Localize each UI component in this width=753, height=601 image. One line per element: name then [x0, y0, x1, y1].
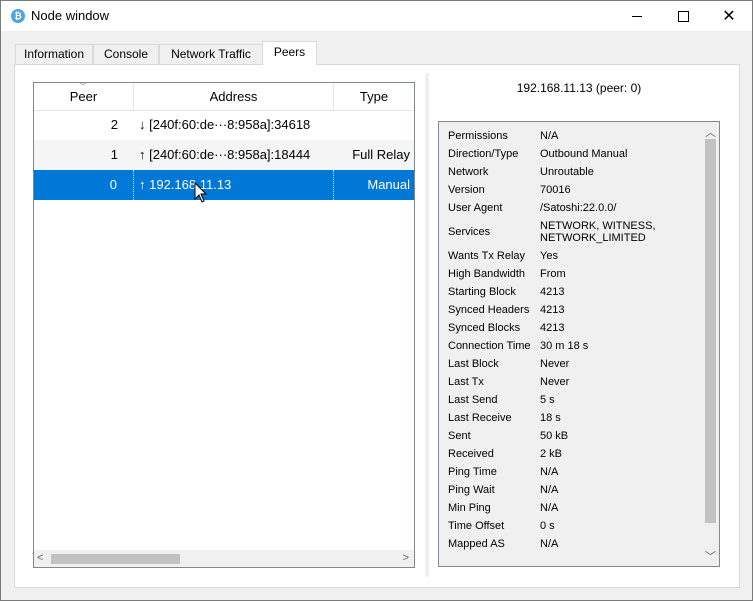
detail-label: Starting Block: [448, 286, 516, 298]
sort-arrow-icon: ﹀: [79, 82, 87, 91]
detail-value: 18 s: [540, 412, 561, 424]
table-row[interactable]: 2 ↓ [240f:60:de···8:958a]:34618: [34, 110, 414, 140]
detail-value: N/A: [540, 502, 559, 514]
detail-label: Last Block: [448, 358, 499, 370]
detail-value: Unroutable: [540, 166, 594, 178]
column-header-address[interactable]: Address: [134, 83, 334, 110]
detail-value: 4213: [540, 322, 565, 334]
detail-value: N/A: [540, 130, 559, 142]
scroll-right-icon[interactable]: >: [403, 552, 409, 564]
detail-label: Sent: [448, 430, 471, 442]
detail-label: User Agent: [448, 202, 503, 214]
table-header: ﹀ Peer Address Type: [34, 83, 414, 111]
tab-network-traffic[interactable]: Network Traffic: [159, 44, 263, 64]
detail-label: Synced Headers: [448, 304, 530, 316]
detail-label: High Bandwidth: [448, 268, 526, 280]
scrollbar-thumb[interactable]: [705, 139, 716, 523]
cell-address: ↓ [240f:60:de···8:958a]:34618: [139, 117, 311, 132]
tab-peers[interactable]: Peers: [262, 41, 317, 65]
mouse-pointer-icon: [194, 182, 208, 203]
cell-peer: 1: [110, 147, 118, 162]
tab-information[interactable]: Information: [15, 44, 93, 64]
detail-value: 2 kB: [540, 448, 563, 460]
detail-value: 50 kB: [540, 430, 569, 442]
detail-value: N/A: [540, 538, 559, 550]
detail-label: Ping Wait: [448, 484, 495, 496]
scroll-down-icon[interactable]: ﹀: [705, 548, 716, 564]
peer-detail-heading: 192.168.11.13 (peer: 0): [516, 81, 642, 95]
detail-value: 4213: [540, 304, 565, 316]
minimize-icon: [632, 15, 642, 17]
panel-splitter[interactable]: [425, 73, 429, 577]
node-window: ₿ Node window ✕ Information Console Netw…: [0, 0, 753, 601]
cell-peer: 0: [34, 170, 134, 200]
scroll-left-icon[interactable]: <: [37, 552, 43, 564]
detail-value: 0 s: [540, 520, 555, 532]
detail-label: Synced Blocks: [448, 322, 521, 334]
minimize-button[interactable]: [614, 1, 660, 31]
detail-label: Last Receive: [448, 412, 512, 424]
peers-table[interactable]: ﹀ Peer Address Type 2 ↓ [240f:60:de···8:…: [33, 82, 415, 568]
cell-type: Manual: [367, 177, 410, 192]
maximize-button[interactable]: [660, 1, 706, 31]
detail-value: 4213: [540, 286, 565, 298]
detail-label: Time Offset: [448, 520, 505, 532]
detail-value: From: [540, 268, 566, 280]
scroll-up-icon[interactable]: ︿: [705, 124, 716, 140]
bitcoin-icon: ₿: [11, 9, 25, 23]
detail-value: 70016: [540, 184, 571, 196]
detail-value: 5 s: [540, 394, 555, 406]
table-row[interactable]: 1 ↑ [240f:60:de···8:958a]:18444 Full Rel…: [34, 140, 414, 170]
detail-value: NETWORK_LIMITED: [540, 232, 646, 244]
cell-peer: 2: [110, 117, 118, 132]
close-button[interactable]: ✕: [706, 1, 752, 31]
tab-console[interactable]: Console: [93, 44, 159, 64]
detail-label: Min Ping: [448, 502, 491, 514]
horizontal-scrollbar[interactable]: < >: [34, 550, 414, 567]
vertical-scrollbar[interactable]: ︿ ﹀: [702, 122, 719, 566]
cell-type: Full Relay: [352, 147, 410, 162]
detail-label: Wants Tx Relay: [448, 250, 526, 262]
column-header-peer[interactable]: ﹀ Peer: [34, 83, 134, 110]
detail-label: Services: [448, 226, 491, 238]
column-header-type[interactable]: Type: [334, 83, 414, 110]
detail-label: Direction/Type: [448, 148, 519, 160]
detail-label: Last Send: [448, 394, 498, 406]
detail-value: N/A: [540, 466, 559, 478]
detail-label: Mapped AS: [448, 538, 505, 550]
cell-address: ↑ 192.168.11.13: [134, 170, 334, 200]
detail-label: Network: [448, 166, 489, 178]
detail-value: /Satoshi:22.0.0/: [540, 202, 617, 214]
close-icon: ✕: [722, 6, 736, 25]
detail-label: Connection Time: [448, 340, 531, 352]
title-bar[interactable]: ₿ Node window ✕: [1, 1, 752, 31]
detail-label: Version: [448, 184, 485, 196]
detail-value: Never: [540, 376, 570, 388]
cell-address: ↑ [240f:60:de···8:958a]:18444: [139, 147, 311, 162]
detail-value: N/A: [540, 484, 559, 496]
column-header-peer-label: Peer: [69, 89, 98, 104]
detail-label: Permissions: [448, 130, 508, 142]
window-title: Node window: [31, 8, 110, 23]
maximize-icon: [677, 10, 689, 22]
cell-type: [334, 110, 414, 140]
peer-details-panel[interactable]: Permissions N/A Direction/Type Outbound Ma…: [438, 121, 720, 567]
detail-value: Never: [540, 358, 570, 370]
detail-label: Last Tx: [448, 376, 484, 388]
scrollbar-thumb[interactable]: [51, 554, 180, 564]
detail-label: Ping Time: [448, 466, 497, 478]
detail-value: 30 m 18 s: [540, 340, 589, 352]
detail-value: Outbound Manual: [540, 148, 628, 160]
table-row-selected[interactable]: 0 ↑ 192.168.11.13 Manual: [34, 170, 414, 200]
detail-label: Received: [448, 448, 494, 460]
detail-value: Yes: [540, 250, 558, 262]
